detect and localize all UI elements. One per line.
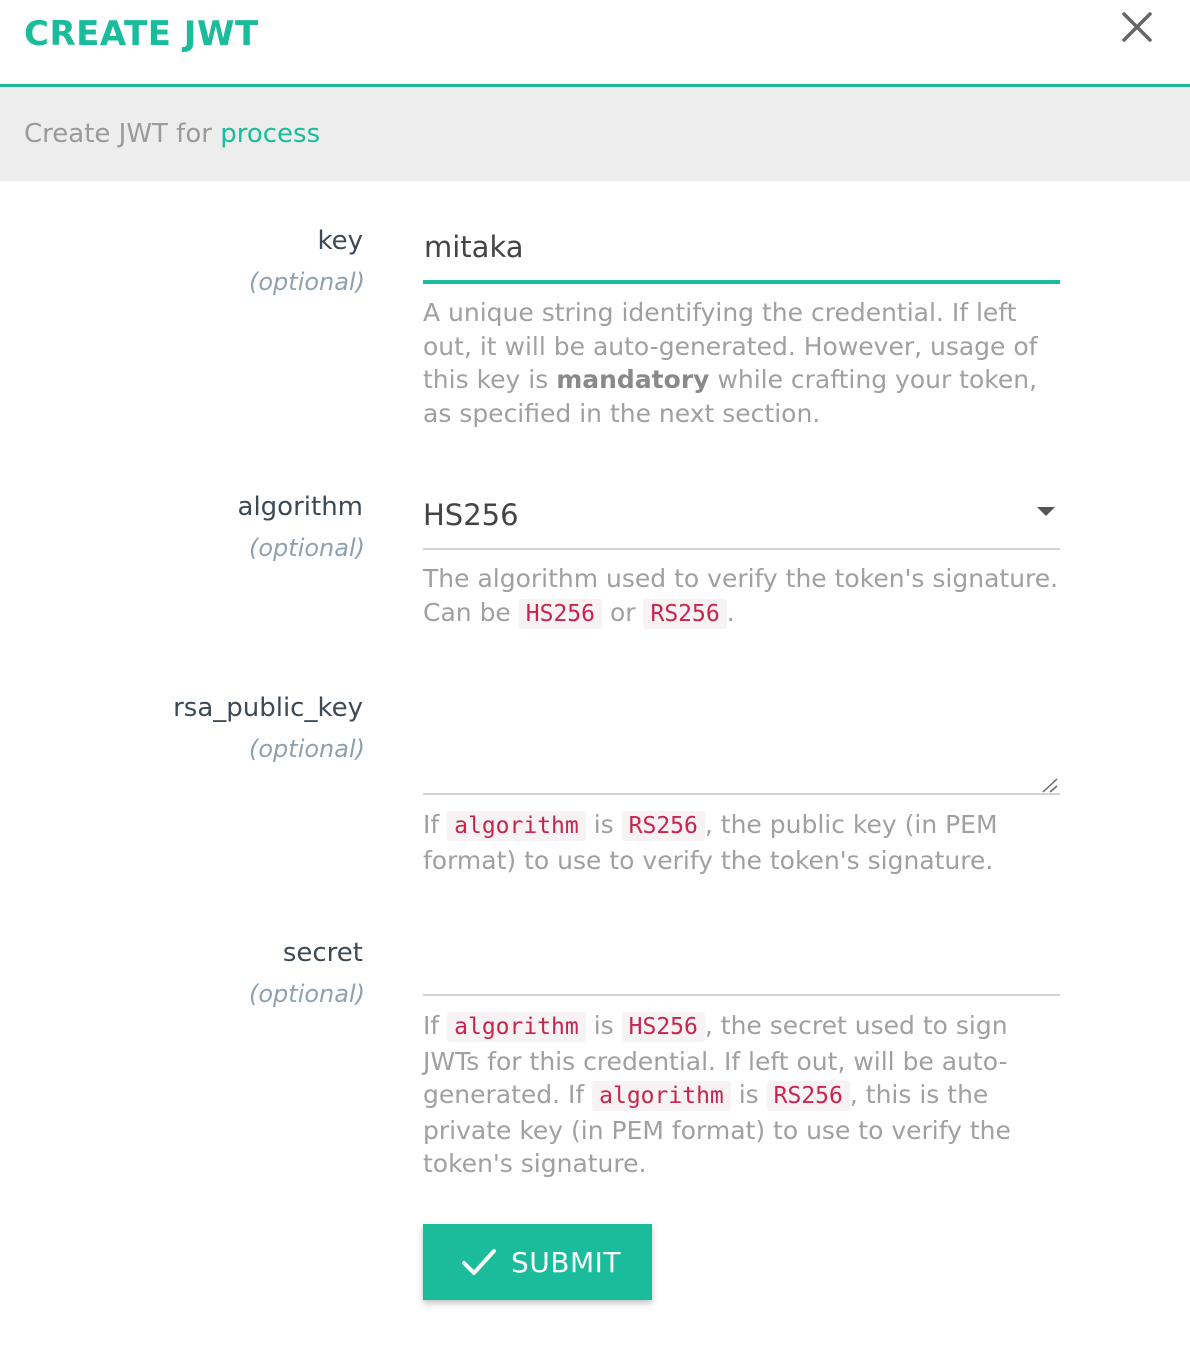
- algorithm-label: algorithm: [237, 492, 363, 522]
- subheader-prefix: Create JWT for: [24, 119, 221, 149]
- checkmark-icon: [462, 1249, 496, 1275]
- caret-down-icon[interactable]: [1037, 507, 1055, 516]
- consumer-link[interactable]: process: [220, 119, 320, 149]
- key-label: key: [317, 226, 363, 256]
- rsa-public-key-optional: (optional): [249, 735, 365, 763]
- rsa-help-text-2: is: [585, 810, 622, 839]
- rsa-public-key-textarea[interactable]: [423, 694, 1060, 795]
- rsa-help-code-2: RS256: [621, 811, 705, 841]
- key-help: A unique string identifying the credenti…: [423, 296, 1063, 430]
- secret-optional: (optional): [249, 980, 365, 1008]
- secret-label: secret: [282, 938, 363, 968]
- modal-title: CREATE JWT: [24, 14, 259, 54]
- secret-help: If algorithm is HS256, the secret used t…: [423, 1009, 1063, 1181]
- secret-help-text-1: If: [423, 1011, 448, 1040]
- secret-help-code-4: RS256: [766, 1081, 850, 1111]
- secret-input[interactable]: [423, 940, 1060, 996]
- rsa-help-code-1: algorithm: [447, 811, 586, 841]
- algorithm-help-text-2: or: [602, 597, 644, 627]
- rsa-help-text-1: If: [423, 810, 448, 839]
- algorithm-select[interactable]: HS256: [423, 490, 1060, 550]
- rsa-public-key-help: If algorithm is RS256, the public key (i…: [423, 808, 1063, 877]
- key-input[interactable]: mitaka: [423, 222, 1060, 284]
- secret-help-code-2: HS256: [621, 1012, 705, 1042]
- rsa-public-key-label: rsa_public_key: [173, 693, 363, 723]
- algorithm-help-text-3: .: [726, 597, 735, 627]
- submit-label: SUBMIT: [511, 1246, 621, 1279]
- resize-handle-icon[interactable]: [1040, 777, 1058, 793]
- algorithm-help-code-1: HS256: [518, 598, 603, 629]
- secret-help-text-4: is: [730, 1080, 767, 1109]
- submit-button[interactable]: SUBMIT: [423, 1224, 652, 1300]
- algorithm-help: The algorithm used to verify the token's…: [423, 562, 1063, 631]
- subheader-text: Create JWT for process: [24, 119, 320, 149]
- key-help-bold: mandatory: [556, 365, 710, 394]
- secret-help-code-3: algorithm: [592, 1081, 731, 1111]
- algorithm-help-code-2: RS256: [643, 598, 727, 629]
- secret-help-code-1: algorithm: [447, 1012, 586, 1042]
- key-optional: (optional): [249, 268, 365, 296]
- modal-subheader: Create JWT for process: [0, 87, 1190, 181]
- close-icon[interactable]: [1116, 8, 1156, 48]
- secret-help-text-2: is: [585, 1011, 622, 1040]
- create-jwt-modal: CREATE JWT Create JWT for process key (o…: [0, 0, 1190, 1346]
- algorithm-optional: (optional): [249, 534, 365, 562]
- modal-header: CREATE JWT: [0, 0, 1190, 87]
